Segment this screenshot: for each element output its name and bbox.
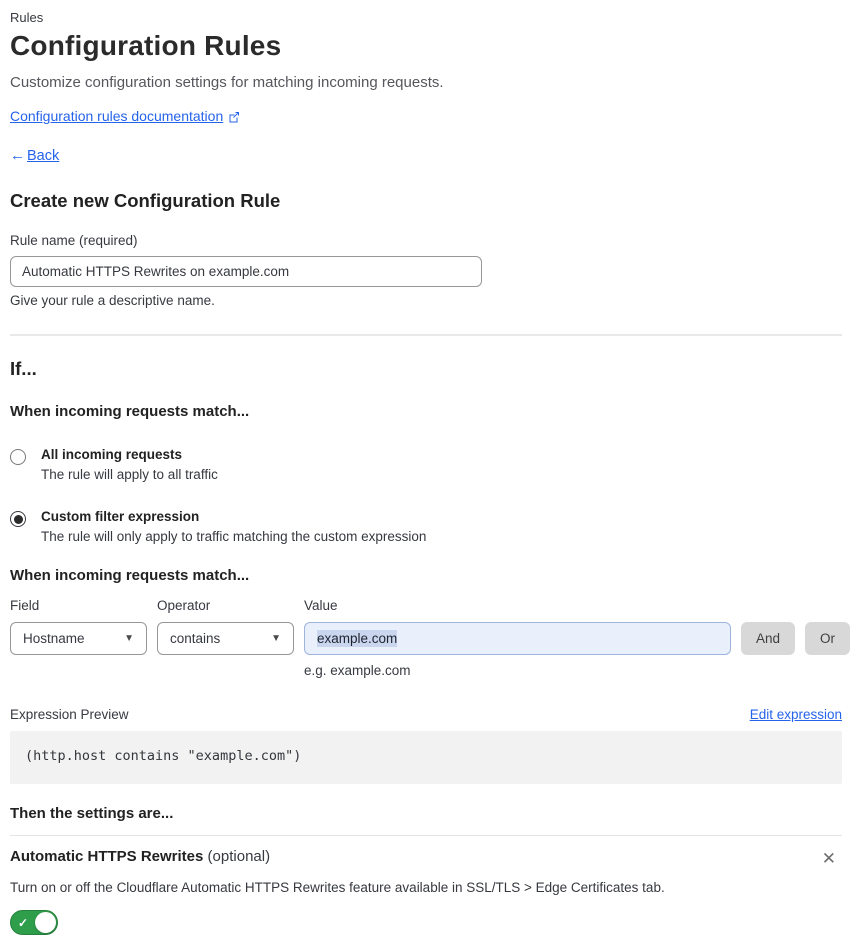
- rule-name-input[interactable]: [10, 256, 482, 287]
- expression-preview-label: Expression Preview: [10, 707, 129, 722]
- radio-checked-icon[interactable]: [10, 511, 26, 527]
- rule-name-help: Give your rule a descriptive name.: [10, 293, 215, 308]
- page-title: Configuration Rules: [10, 30, 282, 61]
- match-heading: When incoming requests match...: [10, 403, 250, 420]
- operator-select-value: contains: [170, 631, 221, 646]
- radio-option-label: All incoming requests: [41, 447, 183, 462]
- breadcrumb: Rules: [10, 10, 44, 25]
- value-label: Value: [304, 598, 338, 613]
- radio-option-label: Custom filter expression: [41, 509, 200, 524]
- radio-option-description: The rule will apply to all traffic: [41, 467, 218, 482]
- field-select[interactable]: Hostname ▼: [10, 622, 147, 655]
- chevron-down-icon: ▼: [271, 633, 281, 644]
- create-rule-heading: Create new Configuration Rule: [10, 190, 281, 211]
- radio-option-custom-expression[interactable]: Custom filter expression The rule will o…: [10, 509, 842, 544]
- expression-builder-row: Field Hostname ▼ Operator contains ▼ Val…: [10, 598, 851, 655]
- expression-preview-code: (http.host contains "example.com"): [10, 731, 842, 784]
- setting-title-name: Automatic HTTPS Rewrites: [10, 848, 204, 865]
- documentation-link[interactable]: Configuration rules documentation: [10, 108, 223, 124]
- then-settings-heading: Then the settings are...: [10, 805, 174, 822]
- radio-option-description: The rule will only apply to traffic matc…: [41, 529, 427, 544]
- if-heading: If...: [10, 358, 37, 379]
- and-button[interactable]: And: [741, 622, 796, 655]
- value-help-text: e.g. example.com: [304, 663, 411, 678]
- expression-builder-heading: When incoming requests match...: [10, 567, 250, 584]
- radio-unchecked-icon[interactable]: [10, 449, 26, 465]
- value-input[interactable]: example.com: [304, 622, 731, 655]
- field-label: Field: [10, 598, 40, 613]
- chevron-down-icon: ▼: [124, 633, 134, 644]
- setting-divider: [10, 835, 842, 836]
- field-select-value: Hostname: [23, 631, 85, 646]
- radio-option-all-requests[interactable]: All incoming requests The rule will appl…: [10, 447, 842, 482]
- page-subtitle: Customize configuration settings for mat…: [10, 74, 444, 91]
- setting-optional-tag: (optional): [207, 848, 271, 865]
- check-icon: ✓: [18, 915, 29, 930]
- rule-name-label: Rule name (required): [10, 233, 138, 248]
- setting-title: Automatic HTTPS Rewrites (optional): [10, 848, 270, 865]
- value-input-text: example.com: [317, 630, 398, 647]
- operator-label: Operator: [157, 598, 211, 613]
- toggle-knob: [35, 912, 56, 933]
- external-link-icon: [228, 110, 240, 123]
- operator-select[interactable]: contains ▼: [157, 622, 294, 655]
- back-link[interactable]: Back: [27, 148, 59, 164]
- back-arrow-icon: ←: [10, 147, 25, 164]
- close-icon[interactable]: ✕: [816, 848, 842, 869]
- https-rewrites-toggle[interactable]: ✓: [10, 910, 58, 935]
- setting-description: Turn on or off the Cloudflare Automatic …: [10, 880, 665, 895]
- section-divider: [10, 334, 842, 336]
- or-button[interactable]: Or: [805, 622, 851, 655]
- edit-expression-link[interactable]: Edit expression: [750, 707, 842, 722]
